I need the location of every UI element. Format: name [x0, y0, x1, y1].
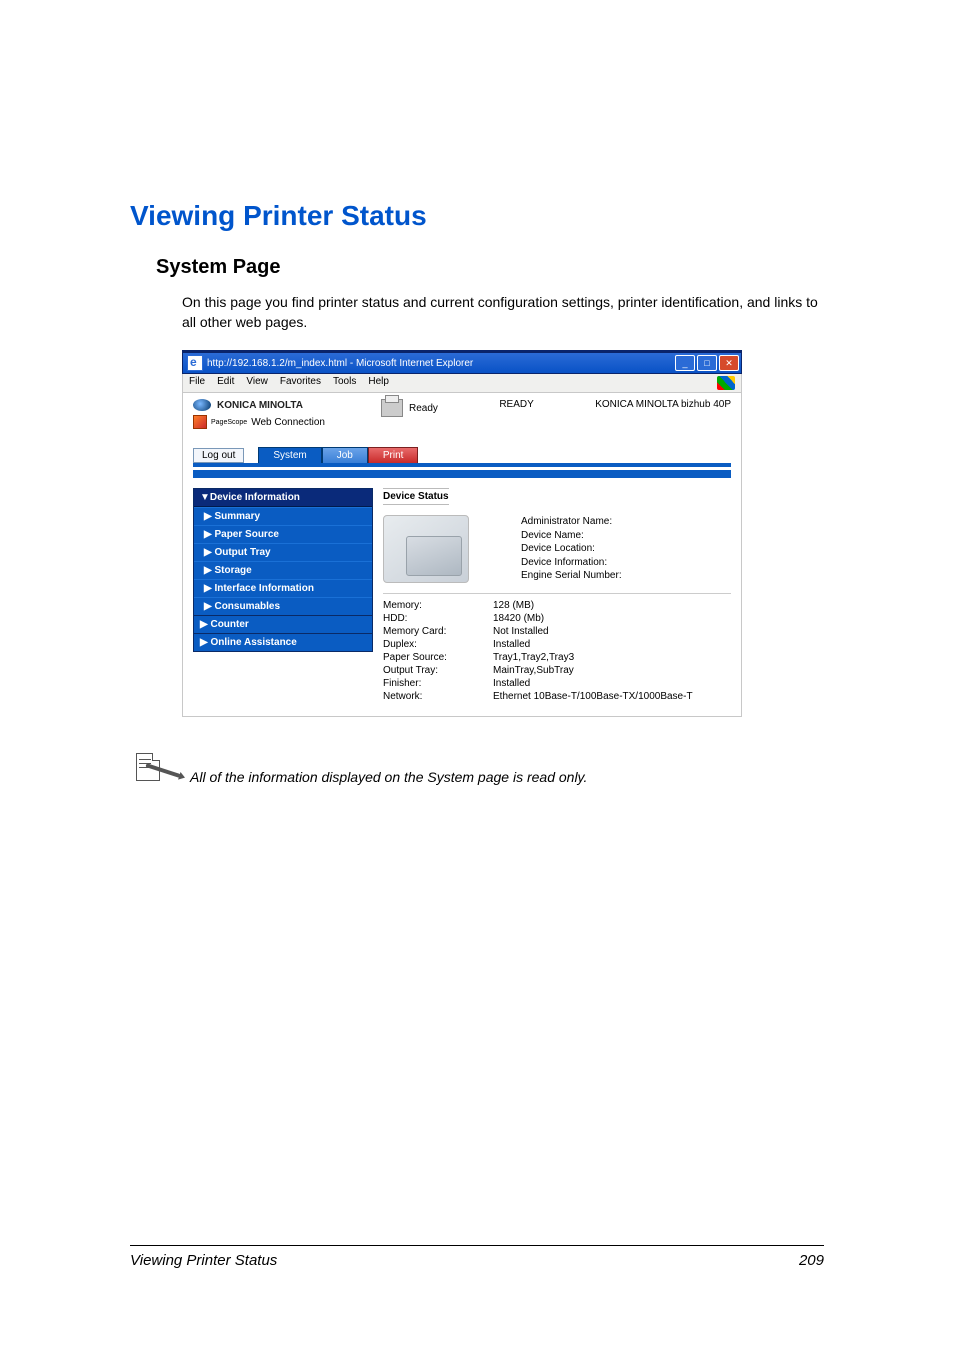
- sidebar-item-summary[interactable]: ▶ Summary: [194, 507, 372, 525]
- logout-button[interactable]: Log out: [193, 448, 244, 463]
- menu-edit[interactable]: Edit: [217, 376, 234, 390]
- status-ready-small: Ready: [409, 403, 438, 414]
- details-divider: [383, 593, 731, 594]
- kv-val: MainTray,SubTray: [493, 665, 731, 676]
- embedded-screenshot: http://192.168.1.2/m_index.html - Micros…: [182, 350, 742, 717]
- status-ready-big: READY: [446, 399, 587, 410]
- windows-flag-icon: [717, 376, 735, 390]
- label-device-name: Device Name:: [521, 529, 622, 543]
- kv-val: 128 (MB): [493, 600, 731, 611]
- window-titlebar: http://192.168.1.2/m_index.html - Micros…: [182, 352, 742, 374]
- sidebar-header-device-information[interactable]: ▼Device Information: [194, 489, 372, 507]
- section-heading: System Page: [156, 256, 824, 279]
- kv-key: Output Tray:: [383, 665, 493, 676]
- kv-val: Installed: [493, 639, 731, 650]
- km-globe-icon: [193, 399, 211, 411]
- note-text: All of the information displayed on the …: [190, 769, 587, 785]
- menu-help[interactable]: Help: [368, 376, 389, 390]
- sidebar-item-online-assistance[interactable]: ▶ Online Assistance: [193, 634, 373, 652]
- device-status-heading: Device Status: [383, 488, 449, 505]
- printer-status-indicator: Ready: [381, 399, 438, 417]
- device-info-labels: Administrator Name: Device Name: Device …: [521, 515, 622, 583]
- ie-icon: [187, 355, 203, 371]
- menu-view[interactable]: View: [246, 376, 268, 390]
- header-bar: [193, 470, 731, 478]
- footer-page-number: 209: [799, 1252, 824, 1269]
- kv-val: 18420 (Mb): [493, 613, 731, 624]
- kv-key: HDD:: [383, 613, 493, 624]
- window-maximize-button[interactable]: □: [697, 355, 717, 371]
- label-device-location: Device Location:: [521, 542, 622, 556]
- sidebar-item-counter[interactable]: ▶ Counter: [193, 616, 373, 634]
- intro-paragraph: On this page you find printer status and…: [182, 293, 824, 332]
- sidebar-item-paper-source[interactable]: ▶ Paper Source: [194, 525, 372, 543]
- window-close-button[interactable]: ✕: [719, 355, 739, 371]
- kv-val: Ethernet 10Base-T/100Base-TX/1000Base-T: [493, 691, 731, 702]
- menu-favorites[interactable]: Favorites: [280, 376, 321, 390]
- note-icon: [136, 753, 180, 785]
- label-device-information: Device Information:: [521, 556, 622, 570]
- kv-key: Duplex:: [383, 639, 493, 650]
- brand-name: KONICA MINOLTA: [217, 400, 303, 411]
- menu-tools[interactable]: Tools: [333, 376, 356, 390]
- footer-left: Viewing Printer Status: [130, 1252, 277, 1269]
- details-panel: Device Status Administrator Name: Device…: [383, 488, 731, 702]
- sidebar-item-consumables[interactable]: ▶ Consumables: [194, 597, 372, 615]
- brand-logo: KONICA MINOLTA: [193, 399, 373, 411]
- device-image: [383, 515, 469, 583]
- device-kv-grid: Memory:128 (MB) HDD:18420 (Mb) Memory Ca…: [383, 600, 731, 702]
- tab-underline: [193, 463, 731, 467]
- kv-key: Memory:: [383, 600, 493, 611]
- page-heading: Viewing Printer Status: [130, 200, 824, 232]
- kv-val: Installed: [493, 678, 731, 689]
- kv-key: Finisher:: [383, 678, 493, 689]
- kv-val: Not Installed: [493, 626, 731, 637]
- sidebar-item-interface-information[interactable]: ▶ Interface Information: [194, 579, 372, 597]
- kv-key: Memory Card:: [383, 626, 493, 637]
- pagescope-icon: [193, 415, 207, 429]
- menu-file[interactable]: File: [189, 376, 205, 390]
- note: All of the information displayed on the …: [136, 753, 824, 785]
- page-content-area: KONICA MINOLTA PageScope Web Connection …: [182, 393, 742, 717]
- tab-print[interactable]: Print: [368, 447, 419, 463]
- kv-val: Tray1,Tray2,Tray3: [493, 652, 731, 663]
- label-engine-serial: Engine Serial Number:: [521, 569, 622, 583]
- kv-key: Paper Source:: [383, 652, 493, 663]
- web-connection-label: Web Connection: [251, 417, 325, 428]
- sidebar: ▼Device Information ▶ Summary ▶ Paper So…: [193, 488, 373, 702]
- window-minimize-button[interactable]: _: [675, 355, 695, 371]
- window-title: http://192.168.1.2/m_index.html - Micros…: [207, 358, 675, 369]
- pagescope-label: PageScope: [211, 419, 247, 426]
- label-admin-name: Administrator Name:: [521, 515, 622, 529]
- footer-separator: [130, 1245, 824, 1246]
- kv-key: Network:: [383, 691, 493, 702]
- tab-system[interactable]: System: [258, 447, 321, 463]
- printer-icon: [381, 399, 403, 417]
- browser-menubar: File Edit View Favorites Tools Help: [182, 374, 742, 393]
- sidebar-item-output-tray[interactable]: ▶ Output Tray: [194, 543, 372, 561]
- device-model: KONICA MINOLTA bizhub 40P: [595, 399, 731, 410]
- tab-job[interactable]: Job: [322, 447, 368, 463]
- sidebar-item-storage[interactable]: ▶ Storage: [194, 561, 372, 579]
